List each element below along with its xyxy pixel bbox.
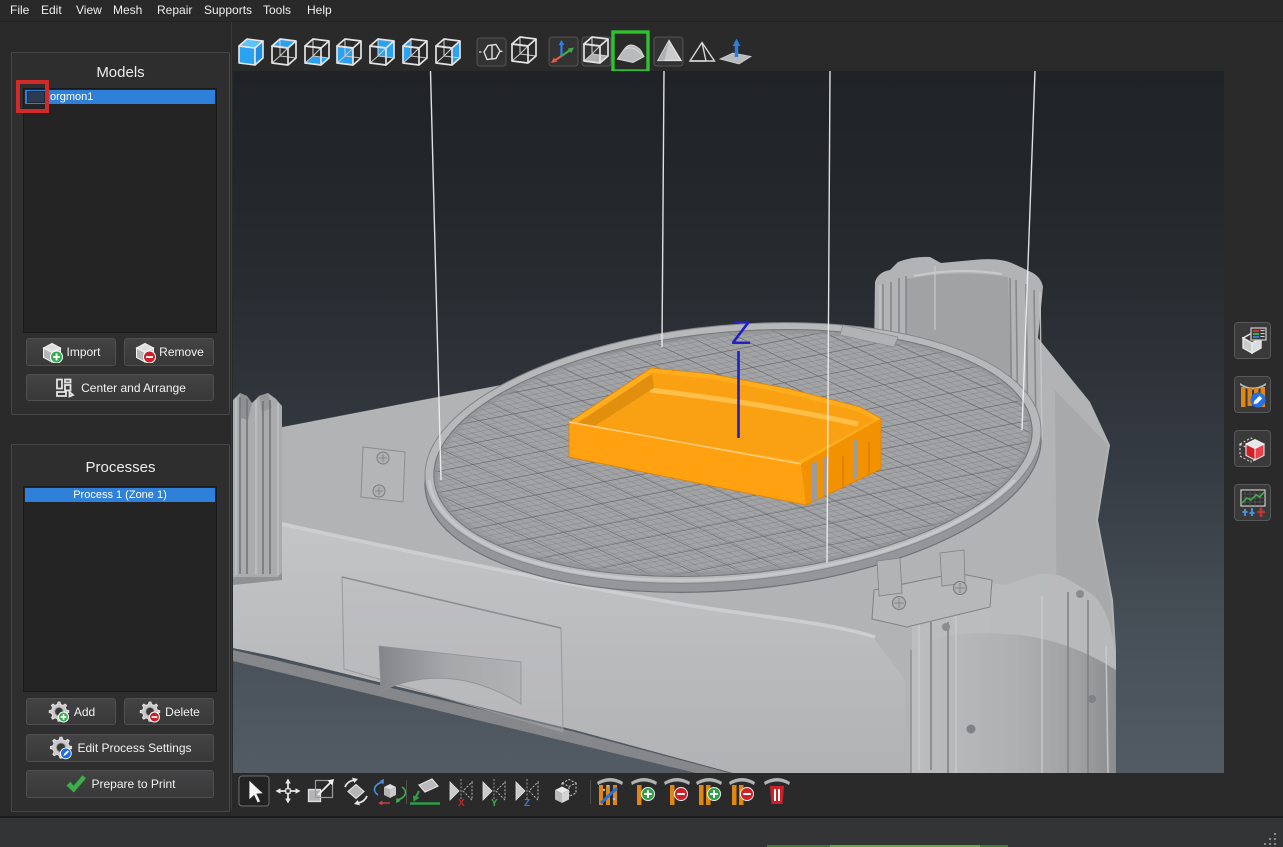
svg-text:Z: Z xyxy=(524,798,530,809)
svg-text:Z: Z xyxy=(731,314,751,351)
svg-text:X: X xyxy=(458,798,465,809)
svg-text:Y: Y xyxy=(491,798,498,809)
